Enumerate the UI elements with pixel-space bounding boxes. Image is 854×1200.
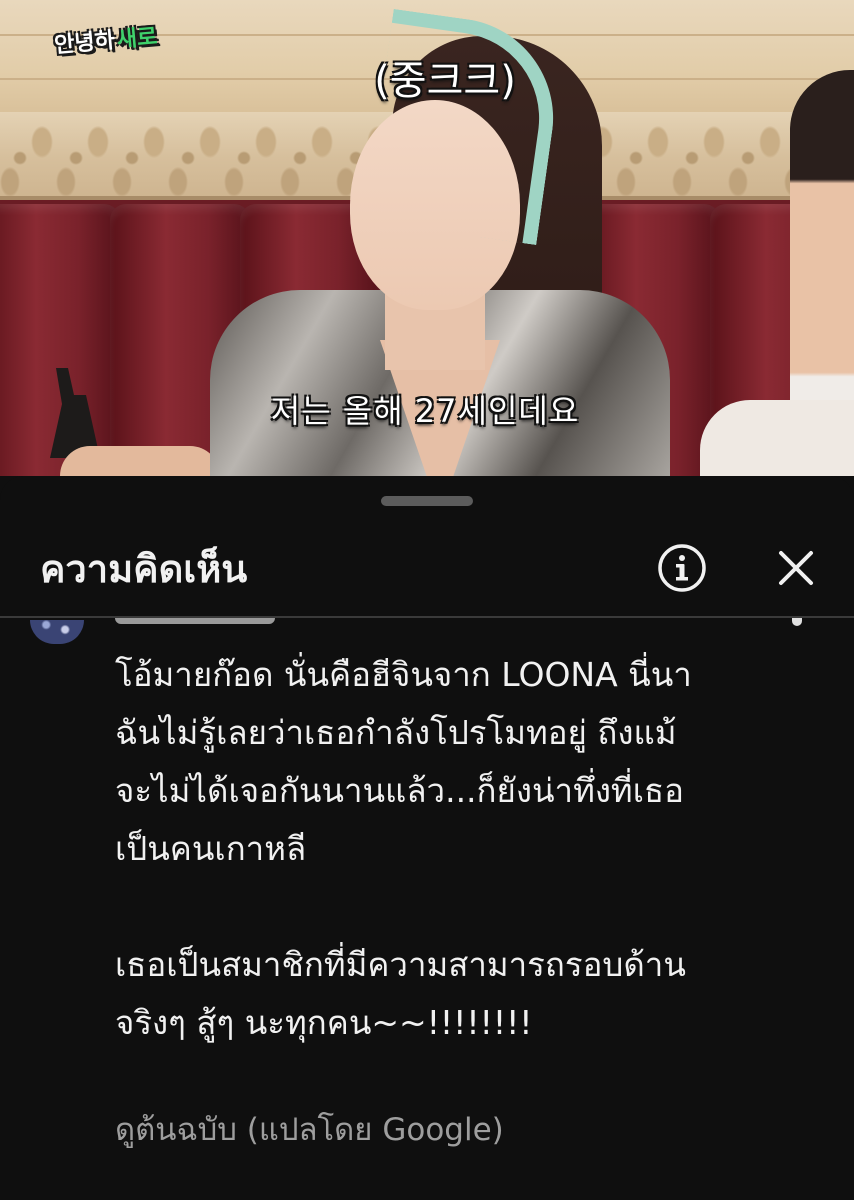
comment-author-clipped xyxy=(115,618,275,624)
close-button[interactable] xyxy=(768,540,824,596)
comment-line-blank xyxy=(115,878,815,936)
close-x-icon xyxy=(779,551,813,585)
comment-text: โอ้มายก๊อด นั่นคือฮีจินจาก LOONA นี่นา ฉ… xyxy=(115,646,815,1052)
logo-text-part2: 새로 xyxy=(115,24,159,53)
comment-line: เป็นคนเกาหลี xyxy=(115,829,307,868)
drag-handle[interactable] xyxy=(381,496,473,506)
commenter-avatar[interactable] xyxy=(30,620,84,644)
info-button[interactable] xyxy=(656,542,708,594)
comment-line: จริงๆ สู้ๆ นะทุกคน~~!!!!!!!! xyxy=(115,1003,533,1042)
comment-menu-button[interactable] xyxy=(792,618,802,626)
comments-panel: ความคิดเห็น โอ้มายก๊อด นั่นคือฮีจินจาก L… xyxy=(0,476,854,1200)
app-screen: 안녕하 새로 (중크크) 저는 올해 27세인데요 ความคิดเห็น โอ… xyxy=(0,0,854,1200)
comment-line: โอ้มายก๊อด นั่นคือฮีจินจาก LOONA นี่นา xyxy=(115,655,692,694)
video-player[interactable]: 안녕하 새로 (중크크) 저는 올해 27세인데요 xyxy=(0,0,854,476)
video-caption-top: (중크크) xyxy=(374,58,516,104)
panel-title: ความคิดเห็น xyxy=(40,547,248,591)
comment-line: จะไม่ได้เจอกันนานแล้ว...ก็ยังน่าทึ่งที่เ… xyxy=(115,771,684,810)
info-circle-icon xyxy=(658,544,706,592)
comment-line: เธอเป็นสมาชิกที่มีความสามารถรอบด้าน xyxy=(115,945,686,984)
see-original-link[interactable]: ดูต้นฉบับ (แปลโดย Google) xyxy=(115,1104,504,1154)
hand xyxy=(60,446,220,476)
side-person-arm xyxy=(700,400,854,476)
video-subtitle: 저는 올해 27세인데요 xyxy=(270,392,580,430)
comment-line: ฉันไม่รู้เลยว่าเธอกำลังโปรโมทอยู่ ถึงแม้ xyxy=(115,713,677,752)
logo-text-part1: 안녕하 xyxy=(53,28,117,59)
